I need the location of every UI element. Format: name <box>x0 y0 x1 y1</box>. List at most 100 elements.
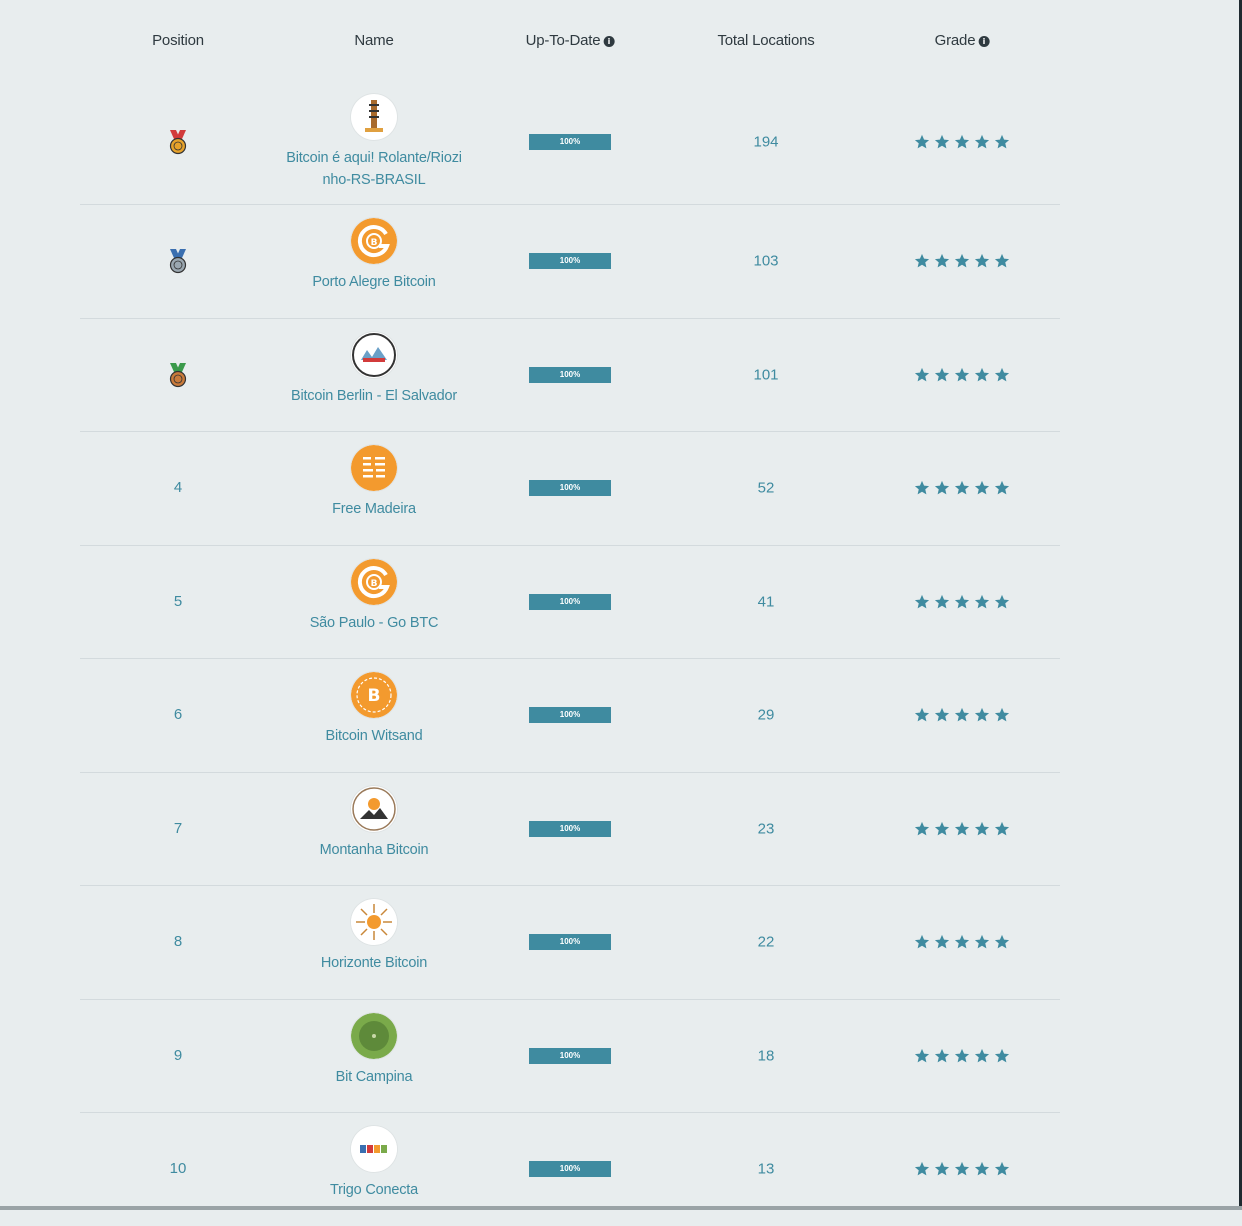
community-name-link[interactable]: São Paulo - Go BTC <box>274 612 474 634</box>
star-icon <box>994 593 1011 610</box>
grade-stars <box>914 820 1011 837</box>
community-name-cell[interactable]: Montanha Bitcoin <box>274 785 474 861</box>
position-cell: 4 <box>174 479 182 497</box>
uptodate-progress-fill: 100% <box>529 707 611 724</box>
position-number: 7 <box>173 819 183 837</box>
bitcoin-witsand-logo-icon[interactable]: B <box>351 672 397 718</box>
community-name-link[interactable]: Montanha Bitcoin <box>274 839 474 861</box>
star-icon <box>934 934 951 951</box>
table-row[interactable]: B Porto Alegre Bitcoin 100% 103 <box>80 205 1060 319</box>
grade-stars <box>914 134 1011 151</box>
community-name-cell[interactable]: B Porto Alegre Bitcoin <box>274 218 474 293</box>
community-name-cell[interactable]: Bitcoin é aqui! Rolante/Riozi nho-RS-BRA… <box>274 94 474 191</box>
table-row[interactable]: Bitcoin Berlin - El Salvador 100% 101 <box>80 319 1060 432</box>
star-icon <box>954 366 971 383</box>
uptodate-progress-fill: 100% <box>529 1161 611 1178</box>
uptodate-progress-bar: 100% <box>529 366 611 383</box>
star-icon <box>934 134 951 151</box>
star-icon <box>954 1047 971 1064</box>
uptodate-progress-bar: 100% <box>529 134 611 150</box>
grade-stars <box>914 366 1011 383</box>
table-row[interactable]: 5 B São Paulo - Go BTC 100% 41 <box>80 546 1060 659</box>
community-name-link[interactable]: Porto Alegre Bitcoin <box>274 271 474 293</box>
community-name-link[interactable]: Bit Campina <box>274 1066 474 1088</box>
community-name-cell[interactable]: Bit Campina <box>274 1012 474 1088</box>
star-icon <box>974 934 991 951</box>
community-name-cell[interactable]: Bitcoin Berlin - El Salvador <box>274 331 474 407</box>
position-cell: 10 <box>170 1160 187 1178</box>
community-name-cell[interactable]: Free Madeira <box>274 445 474 520</box>
table-row[interactable]: 8 Horizonte Bitcoin 100% 22 <box>80 886 1060 1000</box>
community-name-link[interactable]: Trigo Conecta <box>274 1179 474 1201</box>
silver-medal-icon <box>166 248 190 274</box>
column-header-uptodate[interactable]: Up-To-Date i <box>526 32 615 49</box>
column-header-name[interactable]: Name <box>354 32 393 49</box>
table-row[interactable]: 9 Bit Campina 100% 18 <box>80 1000 1060 1113</box>
total-locations-value: 29 <box>757 706 775 724</box>
uptodate-progress-fill: 100% <box>529 134 611 150</box>
position-cell <box>166 129 190 155</box>
star-icon <box>994 707 1011 724</box>
community-name-cell[interactable]: Horizonte Bitcoin <box>274 899 474 974</box>
star-icon <box>914 1047 931 1064</box>
star-icon <box>974 1047 991 1064</box>
uptodate-progress-fill: 100% <box>529 1047 611 1064</box>
orange-c-bitcoin-logo-icon[interactable]: B <box>351 218 397 264</box>
star-icon <box>954 707 971 724</box>
total-locations-value: 101 <box>753 366 779 384</box>
table-row[interactable]: 6 B Bitcoin Witsand 100% 29 <box>80 659 1060 773</box>
table-row[interactable]: 4 Free Madeira 100% 52 <box>80 432 1060 546</box>
community-name-link[interactable]: Free Madeira <box>274 498 474 520</box>
position-cell: 7 <box>174 820 182 838</box>
community-name-link[interactable]: Bitcoin Witsand <box>274 725 474 747</box>
community-name-link[interactable]: Horizonte Bitcoin <box>274 952 474 974</box>
table-row[interactable]: Bitcoin é aqui! Rolante/Riozi nho-RS-BRA… <box>80 80 1060 205</box>
table-body: Bitcoin é aqui! Rolante/Riozi nho-RS-BRA… <box>80 80 1060 1226</box>
community-name-link[interactable]: Bitcoin é aqui! Rolante/Riozi nho-RS-BRA… <box>274 147 474 191</box>
position-number: 8 <box>173 933 183 951</box>
mountain-badge-logo-icon[interactable] <box>351 785 397 832</box>
grade-stars <box>914 253 1011 270</box>
star-icon <box>974 253 991 270</box>
berlin-badge-logo-icon[interactable] <box>351 331 397 378</box>
star-icon <box>914 820 931 837</box>
star-icon <box>934 480 951 497</box>
total-locations-value: 41 <box>757 593 775 611</box>
community-name-cell[interactable]: Trigo Conecta <box>274 1126 474 1201</box>
star-icon <box>954 253 971 270</box>
star-icon <box>974 134 991 151</box>
green-circle-logo-icon[interactable] <box>351 1012 397 1059</box>
table-row[interactable]: 7 Montanha Bitcoin 100% 23 <box>80 773 1060 886</box>
free-madeira-logo-icon[interactable] <box>351 445 397 491</box>
column-header-position[interactable]: Position <box>152 32 204 49</box>
info-icon[interactable]: i <box>978 36 990 47</box>
position-cell: 9 <box>174 1047 182 1065</box>
star-icon <box>954 480 971 497</box>
trigo-logo-icon[interactable] <box>351 1126 397 1172</box>
column-header-locations[interactable]: Total Locations <box>717 32 814 49</box>
position-cell: 6 <box>174 706 182 724</box>
horizonte-logo-icon[interactable] <box>351 899 397 945</box>
total-locations-value: 23 <box>757 820 775 838</box>
star-icon <box>954 1161 971 1178</box>
star-icon <box>914 934 931 951</box>
star-icon <box>934 366 951 383</box>
position-cell <box>166 248 190 274</box>
tower-logo-icon[interactable] <box>351 94 397 140</box>
grade-stars <box>914 934 1011 951</box>
table-row[interactable]: 10 Trigo Conecta 100% 13 <box>80 1113 1060 1226</box>
star-icon <box>934 593 951 610</box>
community-name-cell[interactable]: B São Paulo - Go BTC <box>274 558 474 634</box>
community-name-cell[interactable]: B Bitcoin Witsand <box>274 672 474 747</box>
svg-text:B: B <box>371 238 378 248</box>
column-header-grade[interactable]: Grade i <box>935 32 990 49</box>
orange-c-bitcoin-logo-icon[interactable]: B <box>351 558 397 605</box>
gold-medal-icon <box>166 129 190 155</box>
community-name-link[interactable]: Bitcoin Berlin - El Salvador <box>274 385 474 407</box>
info-icon[interactable]: i <box>603 36 615 47</box>
uptodate-progress-bar: 100% <box>529 820 611 837</box>
uptodate-progress-bar: 100% <box>529 1047 611 1064</box>
star-icon <box>994 134 1011 151</box>
star-icon <box>974 593 991 610</box>
uptodate-progress-fill: 100% <box>529 480 611 497</box>
